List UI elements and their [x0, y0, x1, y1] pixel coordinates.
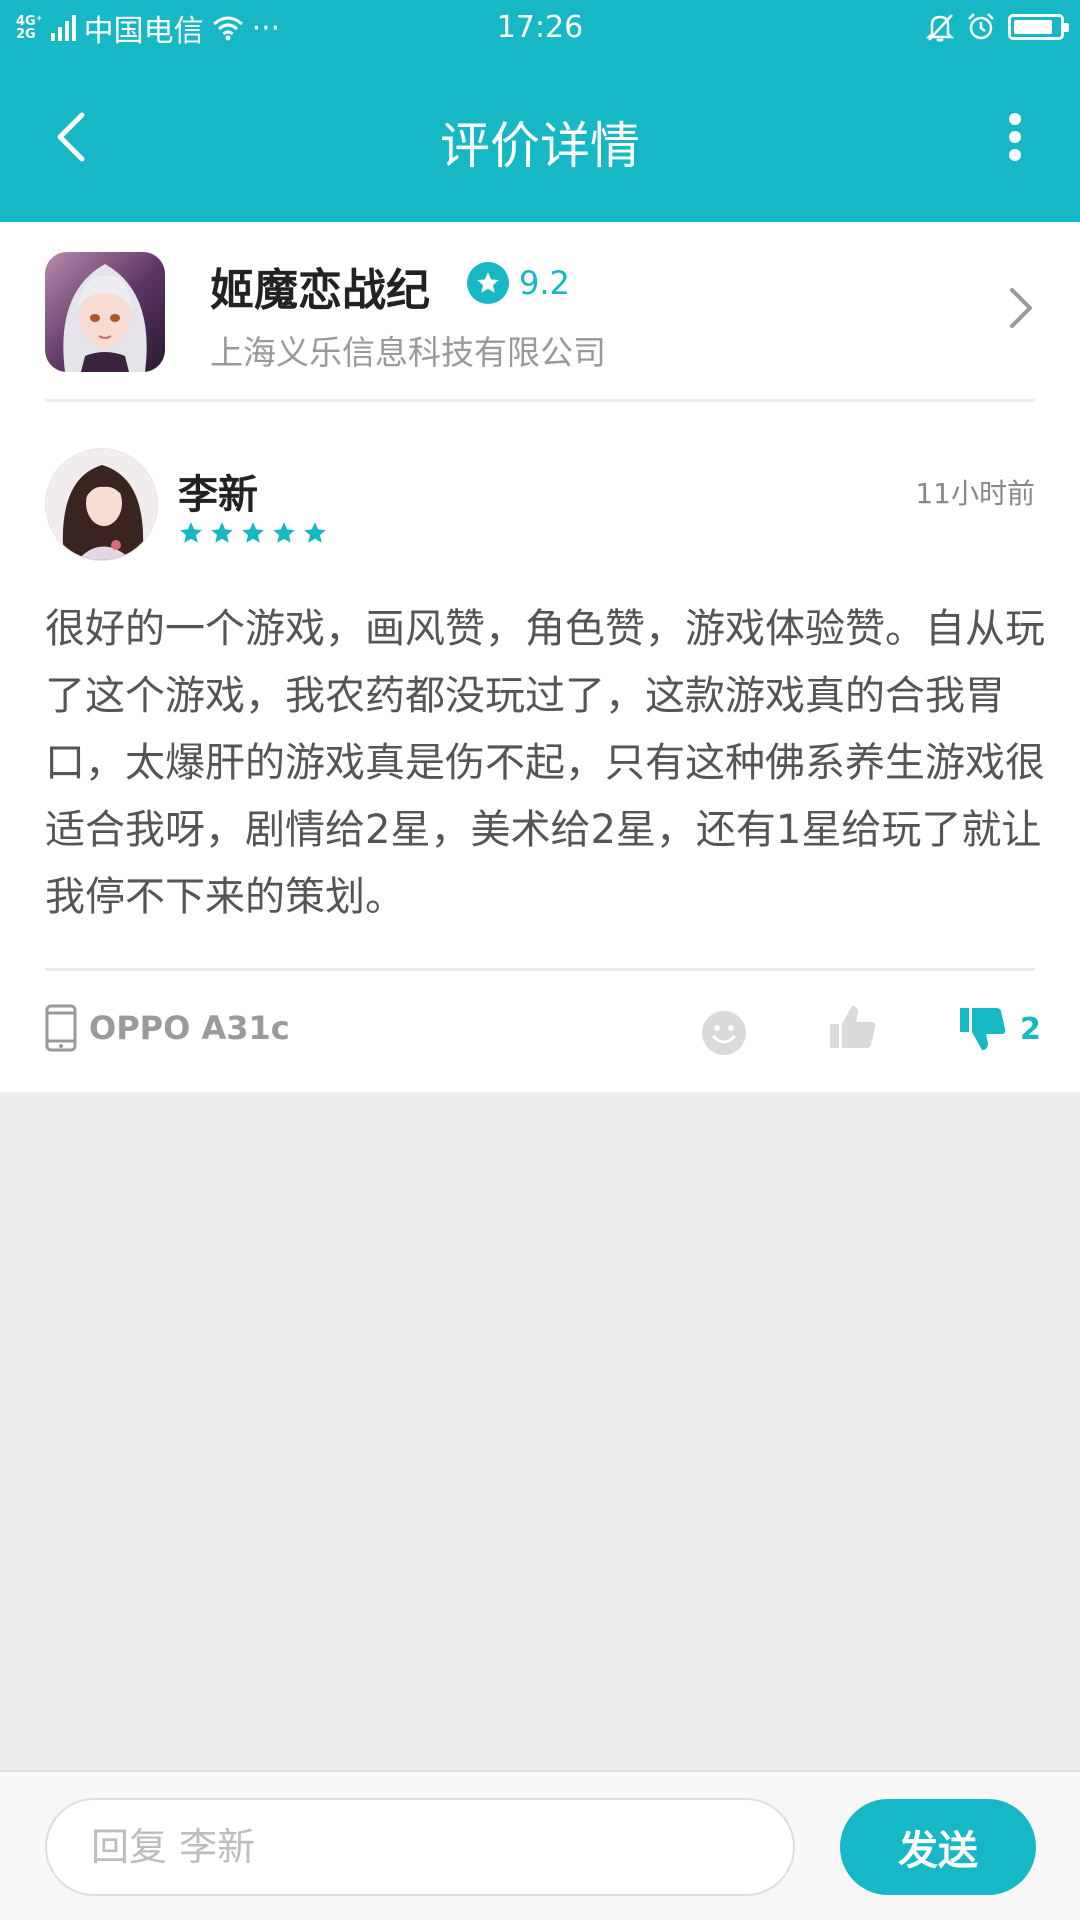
more-vertical-icon	[1009, 113, 1021, 161]
review-text: 很好的一个游戏，画风赞，角色赞，游戏体验赞。自从玩了这个游戏，我农药都没玩过了，…	[45, 606, 1045, 920]
star-icon	[273, 522, 295, 543]
page-title: 评价详情	[440, 117, 640, 175]
device-name: OPPO A31c	[89, 1009, 290, 1047]
divider	[45, 399, 1035, 402]
reply-bar: 发送	[0, 1770, 1080, 1920]
star-rating	[178, 520, 328, 546]
mute-bell-icon	[926, 14, 954, 42]
reviewer-name: 李新	[178, 472, 258, 518]
star-icon	[242, 522, 264, 543]
star-badge-icon	[467, 262, 509, 304]
chevron-right-icon	[1010, 288, 1032, 328]
star-icon	[180, 522, 202, 543]
avatar[interactable]	[45, 448, 158, 561]
more-options-button[interactable]	[990, 102, 1040, 172]
thumbs-up-icon	[830, 1006, 876, 1048]
app-rating: 9.2	[467, 262, 570, 304]
status-bar: 4G⁺ 2G 中国电信 ··· 17:26	[0, 0, 1080, 56]
emoji-reaction-button[interactable]	[701, 1010, 747, 1056]
review-footer: OPPO A31c 2	[0, 974, 1080, 1092]
review-timestamp: 11小时前	[915, 477, 1035, 510]
dislike-button[interactable]	[958, 1004, 1008, 1054]
app-info-row[interactable]: 姬魔恋战纪 9.2 上海义乐信息科技有限公司	[0, 222, 1080, 400]
app-icon	[45, 252, 165, 372]
thumbs-down-icon	[960, 1008, 1006, 1050]
rating-value: 9.2	[519, 264, 570, 302]
phone-icon	[45, 1004, 77, 1052]
battery-icon	[1008, 14, 1069, 40]
send-button[interactable]: 发送	[840, 1799, 1036, 1895]
star-icon	[304, 522, 326, 543]
review-card: 姬魔恋战纪 9.2 上海义乐信息科技有限公司 李新 11小时前 很好的一个游戏，…	[0, 222, 1080, 1092]
dislike-count: 2	[1020, 1012, 1041, 1047]
star-icon	[211, 522, 233, 543]
device-info: OPPO A31c	[45, 1004, 290, 1052]
developer-name: 上海义乐信息科技有限公司	[210, 333, 606, 372]
status-time: 17:26	[496, 10, 584, 45]
app-name: 姬魔恋战纪	[210, 265, 430, 316]
top-app-bar: 评价详情	[0, 56, 1080, 222]
like-button[interactable]	[828, 1002, 878, 1052]
divider	[45, 968, 1035, 971]
alarm-icon	[968, 13, 994, 40]
status-right	[926, 12, 1069, 42]
reply-input[interactable]	[45, 1798, 795, 1896]
smiley-icon	[702, 1011, 746, 1055]
